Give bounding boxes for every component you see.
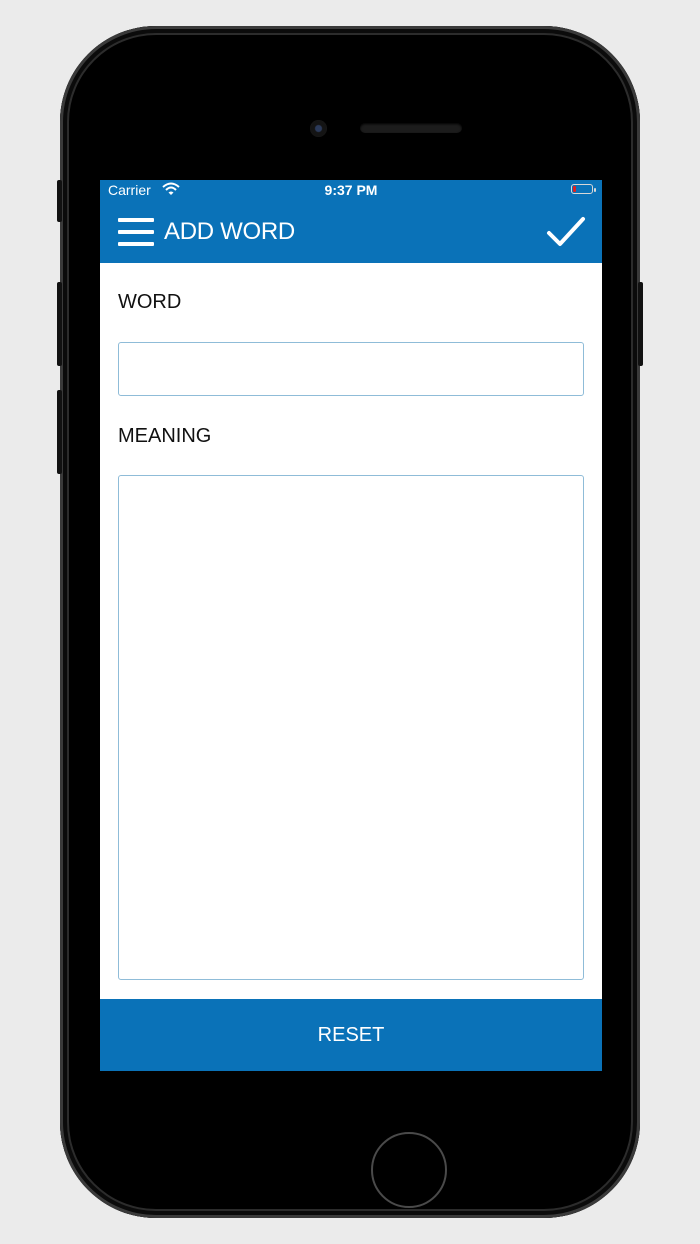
page-title: ADD WORD [164,218,295,245]
front-camera [310,120,327,137]
clock: 9:37 PM [324,182,378,198]
volume-up-button [57,282,62,366]
mute-switch [57,180,62,222]
meaning-label: MEANING [118,425,212,447]
earpiece-speaker [360,123,462,133]
app-screen: Carrier 9:37 PM ADD WORD WORD MEANING RE… [100,180,602,1071]
navigation-bar: ADD WORD [100,200,602,263]
home-button[interactable] [371,1132,447,1208]
power-button [638,282,643,366]
word-label: WORD [118,291,182,313]
volume-down-button [57,390,62,474]
word-input[interactable] [118,342,584,396]
battery-icon [571,184,596,194]
checkmark-icon[interactable] [546,214,586,250]
meaning-textarea[interactable] [118,475,584,980]
battery-level [573,186,576,192]
hamburger-menu-icon[interactable] [118,218,154,246]
status-bar: Carrier 9:37 PM [100,180,602,200]
reset-button[interactable]: RESET [100,999,602,1071]
